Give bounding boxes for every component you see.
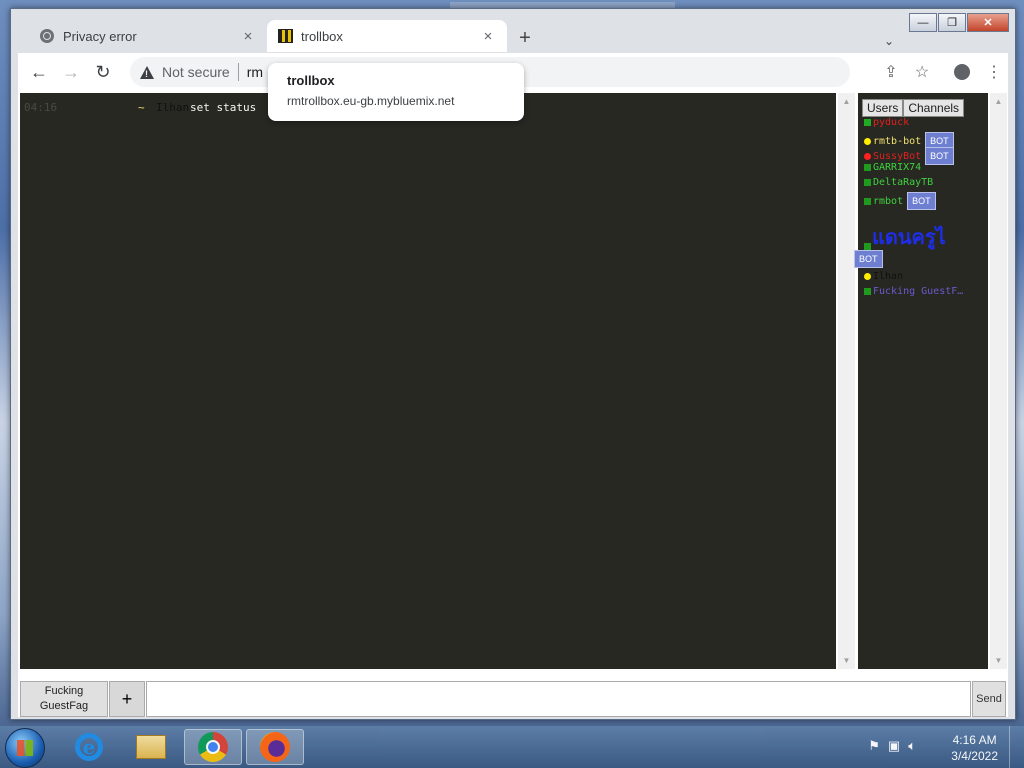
action-center-flag-icon[interactable]: ⚑ [868, 738, 880, 754]
security-label[interactable]: Not secure [162, 64, 230, 80]
nickname-button[interactable]: Fucking GuestFag [20, 681, 108, 717]
tab-close-icon[interactable]: × [239, 28, 257, 45]
page-content: 04:16 ~ Ilhan set status ▲ ▼ Users Chann… [18, 91, 1008, 717]
globe-icon [39, 28, 55, 44]
user-list-item[interactable]: Ilhan [864, 271, 903, 282]
chat-message: 04:16 ~ Ilhan set status [24, 101, 256, 114]
system-tray: ⚑ ▣ 🔈︎ [868, 738, 916, 754]
user-list-item[interactable]: pyduck [864, 117, 909, 128]
user-list-item-large[interactable]: แดนครูไ [872, 221, 946, 253]
user-name: pyduck [873, 117, 910, 128]
taskbar: e ⚑ ▣ 🔈︎ 4:16 AM 3/4/2022 [0, 726, 1024, 768]
user-list-panel: Users Channels pyduck rmtb-bot BOT SussyBot… [854, 93, 988, 669]
forward-arrow-icon[interactable]: → [58, 59, 84, 85]
scroll-up-arrow-icon[interactable]: ▲ [838, 93, 855, 110]
scroll-down-arrow-icon[interactable]: ▼ [838, 652, 855, 669]
new-tab-button[interactable]: + [513, 26, 537, 50]
message-nick[interactable]: Ilhan [156, 101, 189, 114]
user-name: rmtb-bot [873, 135, 922, 147]
user-status-icon [864, 243, 871, 250]
bot-badge: BOT [925, 147, 954, 165]
message-text: set status [190, 101, 257, 114]
tab-users[interactable]: Users [862, 99, 904, 117]
system-clock[interactable]: 4:16 AM 3/4/2022 [951, 732, 998, 764]
bot-badge: BOT [907, 192, 936, 210]
clock-date: 3/4/2022 [951, 749, 998, 763]
nickname-line-1: Fucking [44, 685, 84, 697]
tab-search-chevron-icon[interactable]: ⌄ [877, 29, 901, 53]
hover-card-url: rmtrollbox.eu-gb.mybluemix.net [287, 94, 455, 108]
user-list-item[interactable]: Fucking GuestF… [864, 286, 963, 297]
user-name: SussyBot [873, 150, 922, 162]
reload-icon[interactable]: ↻ [90, 59, 116, 85]
user-list-item[interactable]: BOT [854, 243, 883, 268]
firefox-icon[interactable] [246, 729, 304, 765]
user-status-icon [864, 273, 871, 280]
user-status-icon [864, 197, 871, 205]
explorer-folder-icon[interactable] [122, 729, 180, 765]
message-input[interactable] [146, 681, 971, 717]
chat-log[interactable]: 04:16 ~ Ilhan set status [20, 93, 836, 669]
menu-kebab-icon[interactable]: ⋮ [981, 59, 1007, 85]
user-name: GARRIX74 [873, 162, 922, 173]
user-status-icon [864, 179, 871, 186]
user-name: Ilhan [873, 271, 904, 282]
tab-hover-card: trollbox rmtrollbox.eu-gb.mybluemix.net [268, 63, 524, 121]
userlist-scrollbar[interactable]: ▲ ▼ [990, 93, 1007, 669]
hover-card-title: trollbox [287, 73, 335, 88]
user-status-icon [864, 164, 871, 171]
tab-close-icon[interactable]: × [479, 28, 497, 45]
message-time: 04:16 [24, 101, 58, 114]
user-status-icon [864, 119, 871, 126]
nickname-line-2: GuestFag [39, 700, 89, 712]
browser-window: — ❐ ✕ Privacy error × trollbox × + ⌄ ← →… [10, 8, 1016, 720]
user-name: DeltaRayTB [873, 177, 934, 188]
chat-scrollbar[interactable]: ▲ ▼ [838, 93, 855, 669]
warning-icon: ! [140, 65, 154, 79]
user-name: rmbot [873, 195, 904, 207]
tab-strip: Privacy error × trollbox × + ⌄ [19, 17, 1009, 53]
panel-tabs: Users Channels [862, 99, 965, 117]
clock-time: 4:16 AM [952, 733, 997, 747]
user-list-item[interactable]: DeltaRayTB [864, 177, 933, 188]
profile-avatar-icon[interactable] [949, 59, 975, 85]
user-status-icon [864, 152, 871, 160]
chrome-icon[interactable] [184, 729, 242, 765]
volume-icon[interactable]: 🔈︎ [908, 738, 916, 754]
url-text[interactable]: rm [247, 64, 263, 80]
message-marker: ~ [138, 101, 145, 114]
composer-bar: Fucking GuestFag + Send [20, 681, 1006, 717]
bookmark-star-icon[interactable]: ☆ [909, 59, 935, 85]
send-button[interactable]: Send [972, 681, 1006, 717]
windows-start-icon[interactable] [5, 728, 45, 768]
tab-title: Privacy error [63, 28, 137, 44]
tab-channels[interactable]: Channels [903, 99, 965, 117]
address-divider [237, 63, 239, 81]
share-icon[interactable]: ⇪ [878, 59, 904, 85]
tab-privacy-error[interactable]: Privacy error × [29, 20, 267, 52]
trollbox-favicon-icon [277, 28, 293, 44]
scroll-up-arrow-icon[interactable]: ▲ [990, 93, 1007, 110]
user-status-icon [864, 137, 871, 145]
scroll-down-arrow-icon[interactable]: ▼ [990, 652, 1007, 669]
show-desktop-button[interactable] [1009, 726, 1024, 768]
user-list-item[interactable]: GARRIX74 [864, 162, 921, 173]
bot-badge: BOT [854, 250, 883, 268]
user-list-item[interactable]: rmbot BOT [864, 192, 936, 210]
tab-trollbox[interactable]: trollbox × [267, 20, 507, 52]
user-status-icon [864, 288, 871, 295]
network-icon[interactable]: ▣ [888, 738, 900, 754]
user-name: Fucking GuestF… [873, 286, 964, 297]
back-arrow-icon[interactable]: ← [26, 59, 52, 85]
ie-icon[interactable]: e [60, 729, 118, 765]
tab-title: trollbox [301, 28, 343, 44]
add-button[interactable]: + [109, 681, 145, 717]
